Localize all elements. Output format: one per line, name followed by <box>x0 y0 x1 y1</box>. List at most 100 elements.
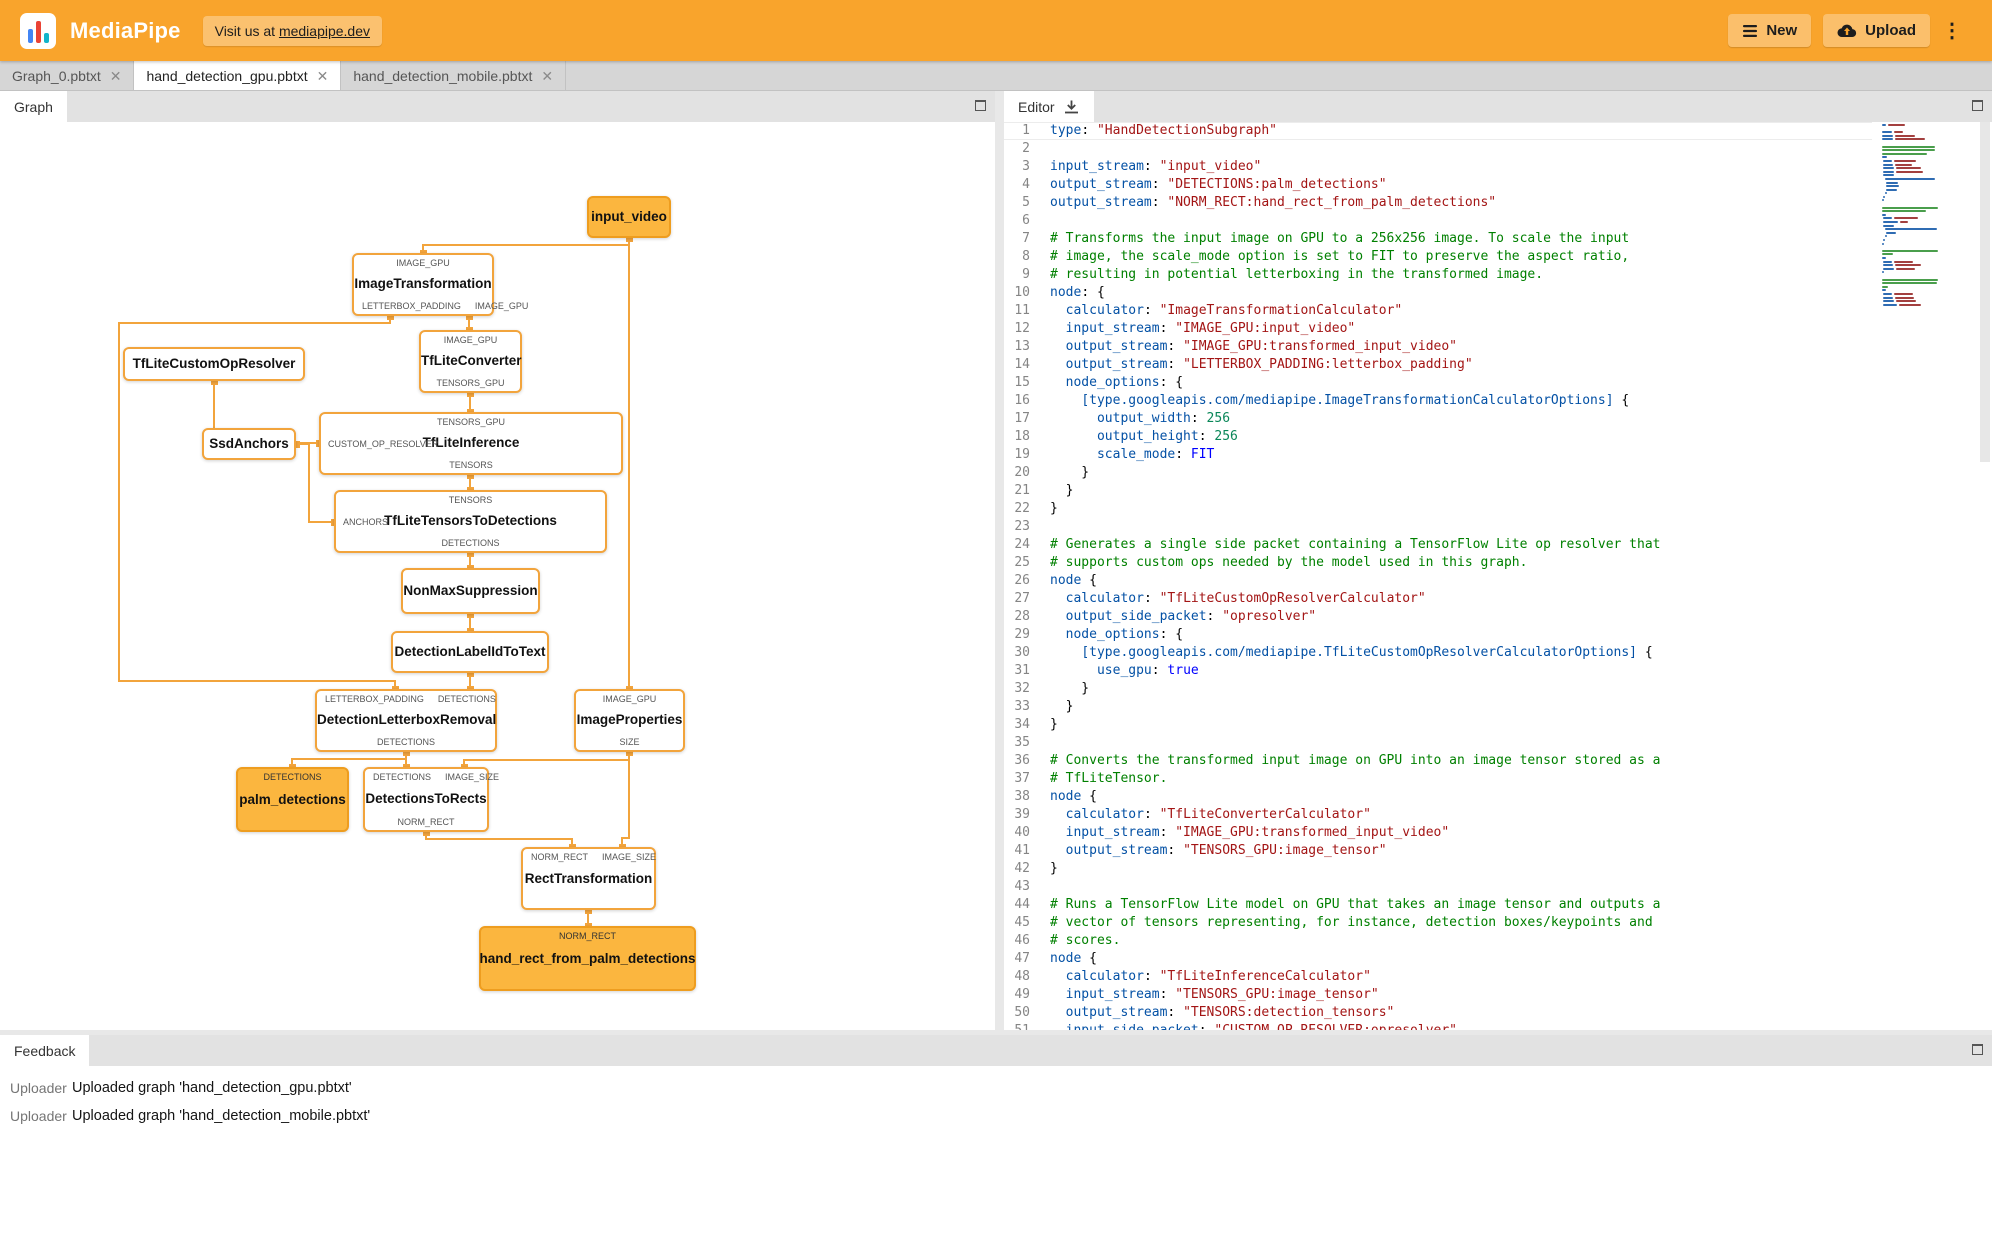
graph-canvas[interactable]: input_video IMAGE_GPU ImageTransformatio… <box>0 122 995 1030</box>
file-tab-hand-detection-gpu[interactable]: hand_detection_gpu.pbtxt ✕ <box>134 61 342 90</box>
port-label: IMAGE_SIZE <box>445 772 500 782</box>
mediapipe-visualizer-window: MediaPipe Visit us at mediapipe.dev New … <box>0 0 1992 1242</box>
code-line: 49 input_stream: "TENSORS_GPU:image_tens… <box>1004 986 1872 1004</box>
cloud-upload-icon <box>1837 24 1857 38</box>
node-tflite-inference[interactable]: TENSORS_GPU CUSTOM_OP_RESOLVER TfLiteInf… <box>319 412 623 475</box>
code-line: 8 # image, the scale_mode option is set t… <box>1004 248 1872 266</box>
close-tab-icon[interactable]: ✕ <box>541 69 553 83</box>
minimap-line <box>1882 275 1976 277</box>
code-line: 20 } <box>1004 464 1872 482</box>
line-number: 37 <box>1014 771 1030 786</box>
minimap-line <box>1883 224 1976 227</box>
feedback-message: Uploaded graph 'hand_detection_mobile.pb… <box>72 1108 371 1124</box>
code-line: 29 node_options: { <box>1004 626 1872 644</box>
node-image-transformation[interactable]: IMAGE_GPU ImageTransformation LETTERBOX_… <box>352 253 528 316</box>
node-tflite-converter[interactable]: IMAGE_GPU TfLiteConverter TENSORS_GPU <box>419 330 522 393</box>
code-line: 25 # supports custom ops needed by the mo… <box>1004 554 1872 572</box>
port-label: DETECTIONS <box>263 772 322 782</box>
tab-editor[interactable]: Editor <box>1004 91 1094 122</box>
node-detection-letterbox-removal[interactable]: LETTERBOX_PADDING DETECTIONS DetectionLe… <box>315 689 497 752</box>
node-ssd-anchors[interactable]: SsdAnchors <box>202 428 296 460</box>
close-tab-icon[interactable]: ✕ <box>110 69 122 83</box>
minimap-line <box>1883 174 1976 177</box>
port-label: LETTERBOX_PADDING <box>362 301 461 311</box>
node-rect-transformation[interactable]: NORM_RECT IMAGE_SIZE RectTransformation <box>521 847 656 910</box>
maximize-icon[interactable] <box>975 100 986 111</box>
node-title: DetectionLabelIdToText <box>394 643 546 659</box>
line-number: 38 <box>1014 789 1030 804</box>
node-title: DetectionsToRects <box>365 791 487 807</box>
code-line: 44 # Runs a TensorFlow Lite model on GPU … <box>1004 896 1872 914</box>
node-title: DetectionLetterboxRemoval <box>317 712 497 728</box>
code-line: 35 <box>1004 734 1872 752</box>
node-detections-to-rects[interactable]: DETECTIONS IMAGE_SIZE DetectionsToRects … <box>363 767 499 832</box>
tab-feedback[interactable]: Feedback <box>0 1035 90 1066</box>
maximize-icon[interactable] <box>1972 100 1983 111</box>
code-line: 10 node: { <box>1004 284 1872 302</box>
new-button[interactable]: New <box>1728 14 1812 47</box>
editor-scrollbar[interactable] <box>1978 122 1992 1030</box>
minimap-line <box>1884 228 1976 231</box>
line-number: 33 <box>1014 699 1030 714</box>
line-number: 29 <box>1014 627 1030 642</box>
vertical-splitter[interactable] <box>995 91 1004 1030</box>
node-detection-label-id-to-text[interactable]: DetectionLabelIdToText <box>391 631 549 673</box>
port-label: ANCHORS <box>343 516 389 527</box>
node-tflite-tensors-to-detections[interactable]: TENSORS ANCHORS TfLiteTensorsToDetection… <box>334 490 607 553</box>
maximize-icon[interactable] <box>1972 1044 1983 1055</box>
node-title: hand_rect_from_palm_detections <box>479 951 696 967</box>
code-line: 17 output_width: 256 <box>1004 410 1872 428</box>
line-number: 4 <box>1022 177 1030 192</box>
close-tab-icon[interactable]: ✕ <box>317 69 329 83</box>
minimap-line <box>1882 289 1976 292</box>
line-number: 39 <box>1014 807 1030 822</box>
minimap-line <box>1883 163 1976 166</box>
mediapipe-dev-link[interactable]: mediapipe.dev <box>279 23 370 39</box>
minimap-line <box>1882 246 1976 248</box>
node-title: SsdAnchors <box>209 435 289 451</box>
line-number: 16 <box>1014 393 1030 408</box>
file-tab-hand-detection-mobile[interactable]: hand_detection_mobile.pbtxt ✕ <box>341 61 567 90</box>
port-label: IMAGE_GPU <box>443 335 498 345</box>
port-label: IMAGE_GPU <box>474 301 529 311</box>
more-options-kebab-icon[interactable]: ⋮ <box>1936 14 1968 47</box>
upload-button[interactable]: Upload <box>1823 14 1930 47</box>
code-line: 38 node { <box>1004 788 1872 806</box>
minimap-line <box>1883 195 1976 198</box>
minimap-line <box>1882 206 1976 209</box>
code-line: 13 output_stream: "IMAGE_GPU:transformed… <box>1004 338 1872 356</box>
minimap-line <box>1884 192 1976 195</box>
scrollbar-thumb[interactable] <box>1980 122 1990 462</box>
line-number: 25 <box>1014 555 1030 570</box>
code-line: 45 # vector of tensors representing, for … <box>1004 914 1872 932</box>
tab-graph[interactable]: Graph <box>0 91 67 122</box>
code-editor[interactable]: 1 type: "HandDetectionSubgraph" 2 3 input_st… <box>1004 122 1992 1030</box>
line-number: 13 <box>1014 339 1030 354</box>
minimap-line <box>1882 149 1976 152</box>
node-non-max-suppression[interactable]: NonMaxSuppression <box>401 568 540 614</box>
node-image-properties[interactable]: IMAGE_GPU ImageProperties SIZE <box>574 689 685 752</box>
minimap-line <box>1886 181 1976 184</box>
visit-prefix: Visit us at <box>214 22 279 39</box>
node-tflite-custom-op-resolver[interactable]: TfLiteCustomOpResolver <box>123 347 305 381</box>
port-label: NORM_RECT <box>531 852 589 862</box>
download-icon[interactable] <box>1063 99 1080 115</box>
minimap-line <box>1884 235 1976 238</box>
line-number: 9 <box>1022 267 1030 282</box>
node-palm-detections[interactable]: DETECTIONS palm_detections <box>236 767 349 832</box>
file-tab-bar: Graph_0.pbtxt ✕ hand_detection_gpu.pbtxt… <box>0 61 1992 91</box>
file-tab-graph-0[interactable]: Graph_0.pbtxt ✕ <box>0 61 135 90</box>
node-title: RectTransformation <box>524 871 653 887</box>
minimap-line <box>1882 282 1976 285</box>
port-label: TENSORS <box>449 460 493 470</box>
minimap-line <box>1883 170 1976 173</box>
minimap-line <box>1882 152 1976 155</box>
minimap-line <box>1883 239 1976 241</box>
minimap[interactable] <box>1882 124 1976 1030</box>
feedback-panel-header: Feedback <box>0 1035 1992 1066</box>
feedback-row: Uploader Uploaded graph 'hand_detection_… <box>0 1102 1992 1130</box>
line-number: 14 <box>1014 357 1030 372</box>
minimap-line <box>1882 156 1976 159</box>
node-input-video[interactable]: input_video <box>587 196 671 238</box>
node-hand-rect-from-palm-detections[interactable]: NORM_RECT hand_rect_from_palm_detections <box>479 926 696 991</box>
